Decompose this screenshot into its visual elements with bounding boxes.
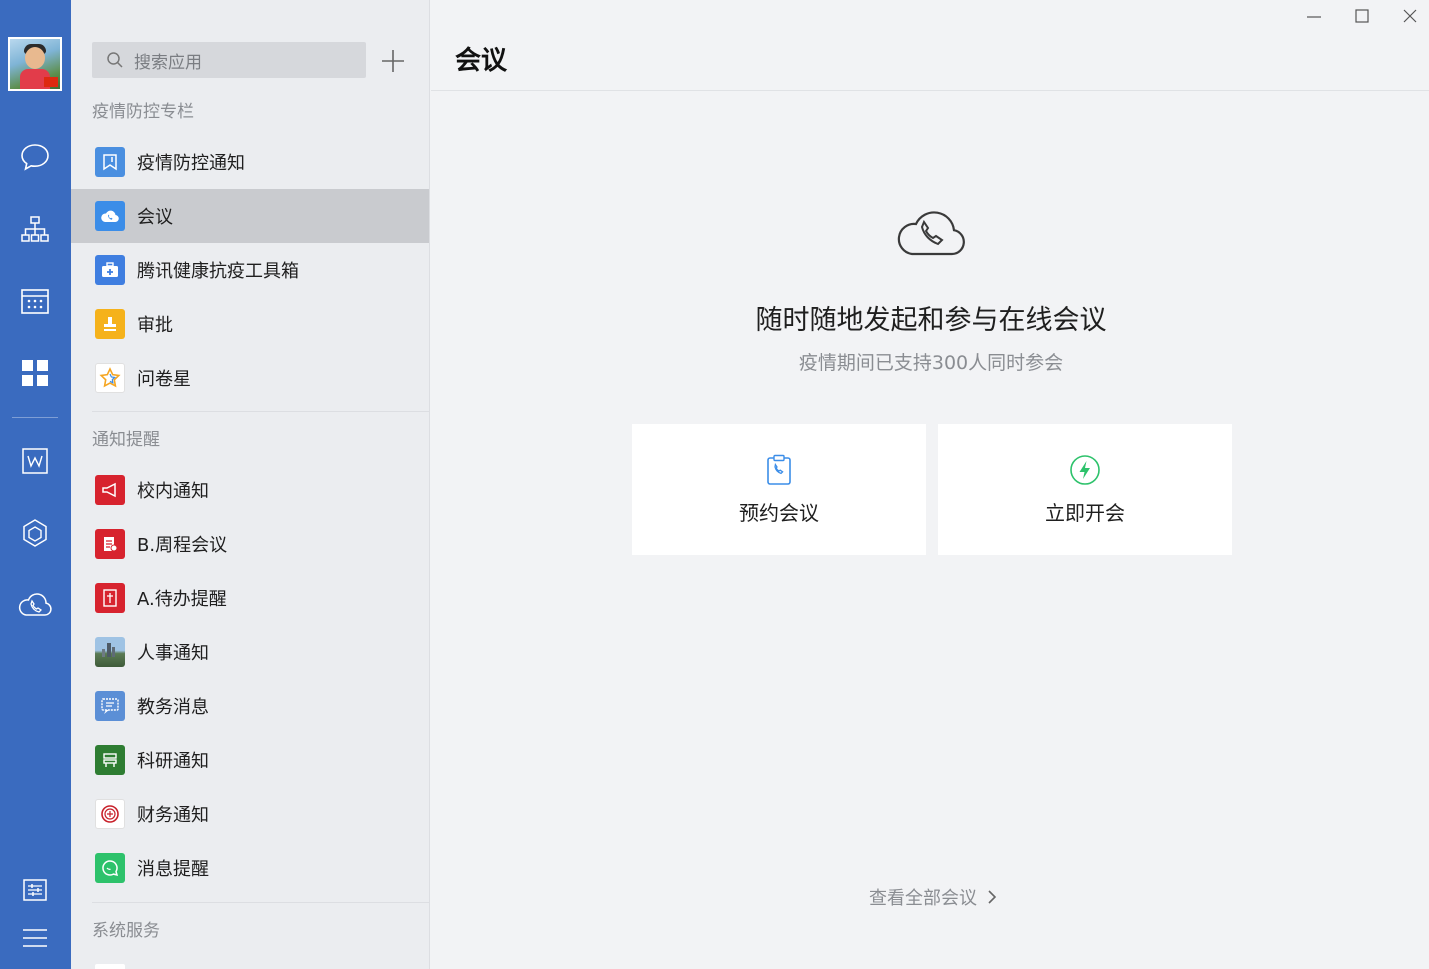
app-item-approval[interactable]: 审批 — [71, 297, 429, 351]
campus-photo-icon — [95, 637, 125, 667]
section-divider — [92, 902, 429, 903]
search-placeholder: 搜索应用 — [134, 52, 202, 73]
app-item-hr-notice[interactable]: 人事通知 — [71, 625, 429, 679]
maximize-icon[interactable] — [1350, 4, 1374, 28]
chat-bubble-icon — [95, 853, 125, 883]
app-item-epidemic-notice[interactable]: 疫情防控通知 — [71, 135, 429, 189]
app-label: 科研通知 — [137, 751, 209, 772]
docs-icon[interactable] — [17, 443, 53, 479]
left-rail — [0, 0, 71, 969]
close-icon[interactable] — [1398, 4, 1422, 28]
card-label: 立即开会 — [1045, 501, 1125, 525]
app-label: 财务通知 — [137, 805, 209, 826]
app-item-partial — [95, 964, 125, 969]
app-item-health-toolbox[interactable]: 腾讯健康抗疫工具箱 — [71, 243, 429, 297]
section-divider — [92, 411, 429, 412]
stamp-icon — [95, 309, 125, 339]
app-item-todo-reminder[interactable]: A.待办提醒 — [71, 571, 429, 625]
view-all-label: 查看全部会议 — [869, 888, 977, 909]
star-icon — [95, 363, 125, 393]
settings-sliders-icon[interactable] — [17, 872, 53, 908]
app-label: 审批 — [137, 315, 173, 336]
app-label: 腾讯健康抗疫工具箱 — [137, 261, 299, 282]
schedule-icon — [95, 529, 125, 559]
schedule-meeting-icon — [762, 453, 796, 487]
app-list-panel: 搜索应用 疫情防控专栏 疫情防控通知 会议 腾讯健康抗疫工具箱 审批 问卷星 通… — [71, 0, 430, 969]
add-app-icon[interactable] — [380, 48, 406, 74]
medkit-icon — [95, 255, 125, 285]
rail-divider — [12, 417, 58, 418]
search-input[interactable]: 搜索应用 — [92, 42, 366, 78]
lightning-icon — [1068, 453, 1102, 487]
app-label: 教务消息 — [137, 697, 209, 718]
subline: 疫情期间已支持300人同时参会 — [798, 352, 1064, 374]
cloud-phone-icon — [95, 201, 125, 231]
app-item-meeting[interactable]: 会议 — [71, 189, 429, 243]
seal-icon — [95, 799, 125, 829]
main-content: 会议 随时随地发起和参与在线会议 疫情期间已支持300人同时参会 预约会议 立即… — [431, 0, 1429, 969]
header: 会议 — [431, 0, 1429, 91]
avatar[interactable] — [8, 37, 62, 91]
view-all-meetings-link[interactable]: 查看全部会议 — [869, 884, 997, 910]
chevron-right-icon — [988, 890, 997, 904]
app-item-message-reminder[interactable]: 消息提醒 — [71, 841, 429, 895]
cube-icon[interactable] — [17, 515, 53, 551]
menu-icon[interactable] — [17, 920, 53, 956]
todo-icon — [95, 583, 125, 613]
app-label: 消息提醒 — [137, 859, 209, 880]
app-label: 疫情防控通知 — [137, 153, 245, 174]
app-label: 会议 — [137, 207, 173, 228]
headline: 随时随地发起和参与在线会议 — [755, 305, 1107, 336]
section-title: 疫情防控专栏 — [92, 102, 194, 122]
search-icon — [107, 52, 123, 68]
app-item-weekly-meeting[interactable]: B.周程会议 — [71, 517, 429, 571]
app-item-academic-message[interactable]: 教务消息 — [71, 679, 429, 733]
megaphone-icon — [95, 475, 125, 505]
page-title: 会议 — [455, 46, 508, 76]
app-label: A.待办提醒 — [137, 589, 227, 610]
app-item-finance-notice[interactable]: 财务通知 — [71, 787, 429, 841]
app-item-research-notice[interactable]: 科研通知 — [71, 733, 429, 787]
message-icon — [95, 691, 125, 721]
schedule-meeting-button[interactable]: 预约会议 — [632, 424, 926, 555]
app-label: 校内通知 — [137, 481, 209, 502]
section-title: 通知提醒 — [92, 430, 160, 450]
app-label: B.周程会议 — [137, 535, 228, 556]
app-label: 人事通知 — [137, 643, 209, 664]
bookmark-icon — [95, 147, 125, 177]
apps-grid-icon[interactable] — [17, 355, 53, 391]
org-chart-icon[interactable] — [17, 211, 53, 247]
cloud-phone-icon[interactable] — [17, 587, 53, 623]
minimize-icon[interactable] — [1302, 4, 1326, 28]
chat-icon[interactable] — [17, 139, 53, 175]
card-label: 预约会议 — [739, 501, 819, 525]
lab-icon — [95, 745, 125, 775]
app-label: 问卷星 — [137, 369, 191, 390]
app-item-campus-notice[interactable]: 校内通知 — [71, 463, 429, 517]
start-meeting-button[interactable]: 立即开会 — [938, 424, 1232, 555]
app-item-wenjuanxing[interactable]: 问卷星 — [71, 351, 429, 405]
section-title: 系统服务 — [92, 921, 160, 941]
calendar-icon[interactable] — [17, 283, 53, 319]
cloud-phone-icon — [892, 194, 972, 260]
